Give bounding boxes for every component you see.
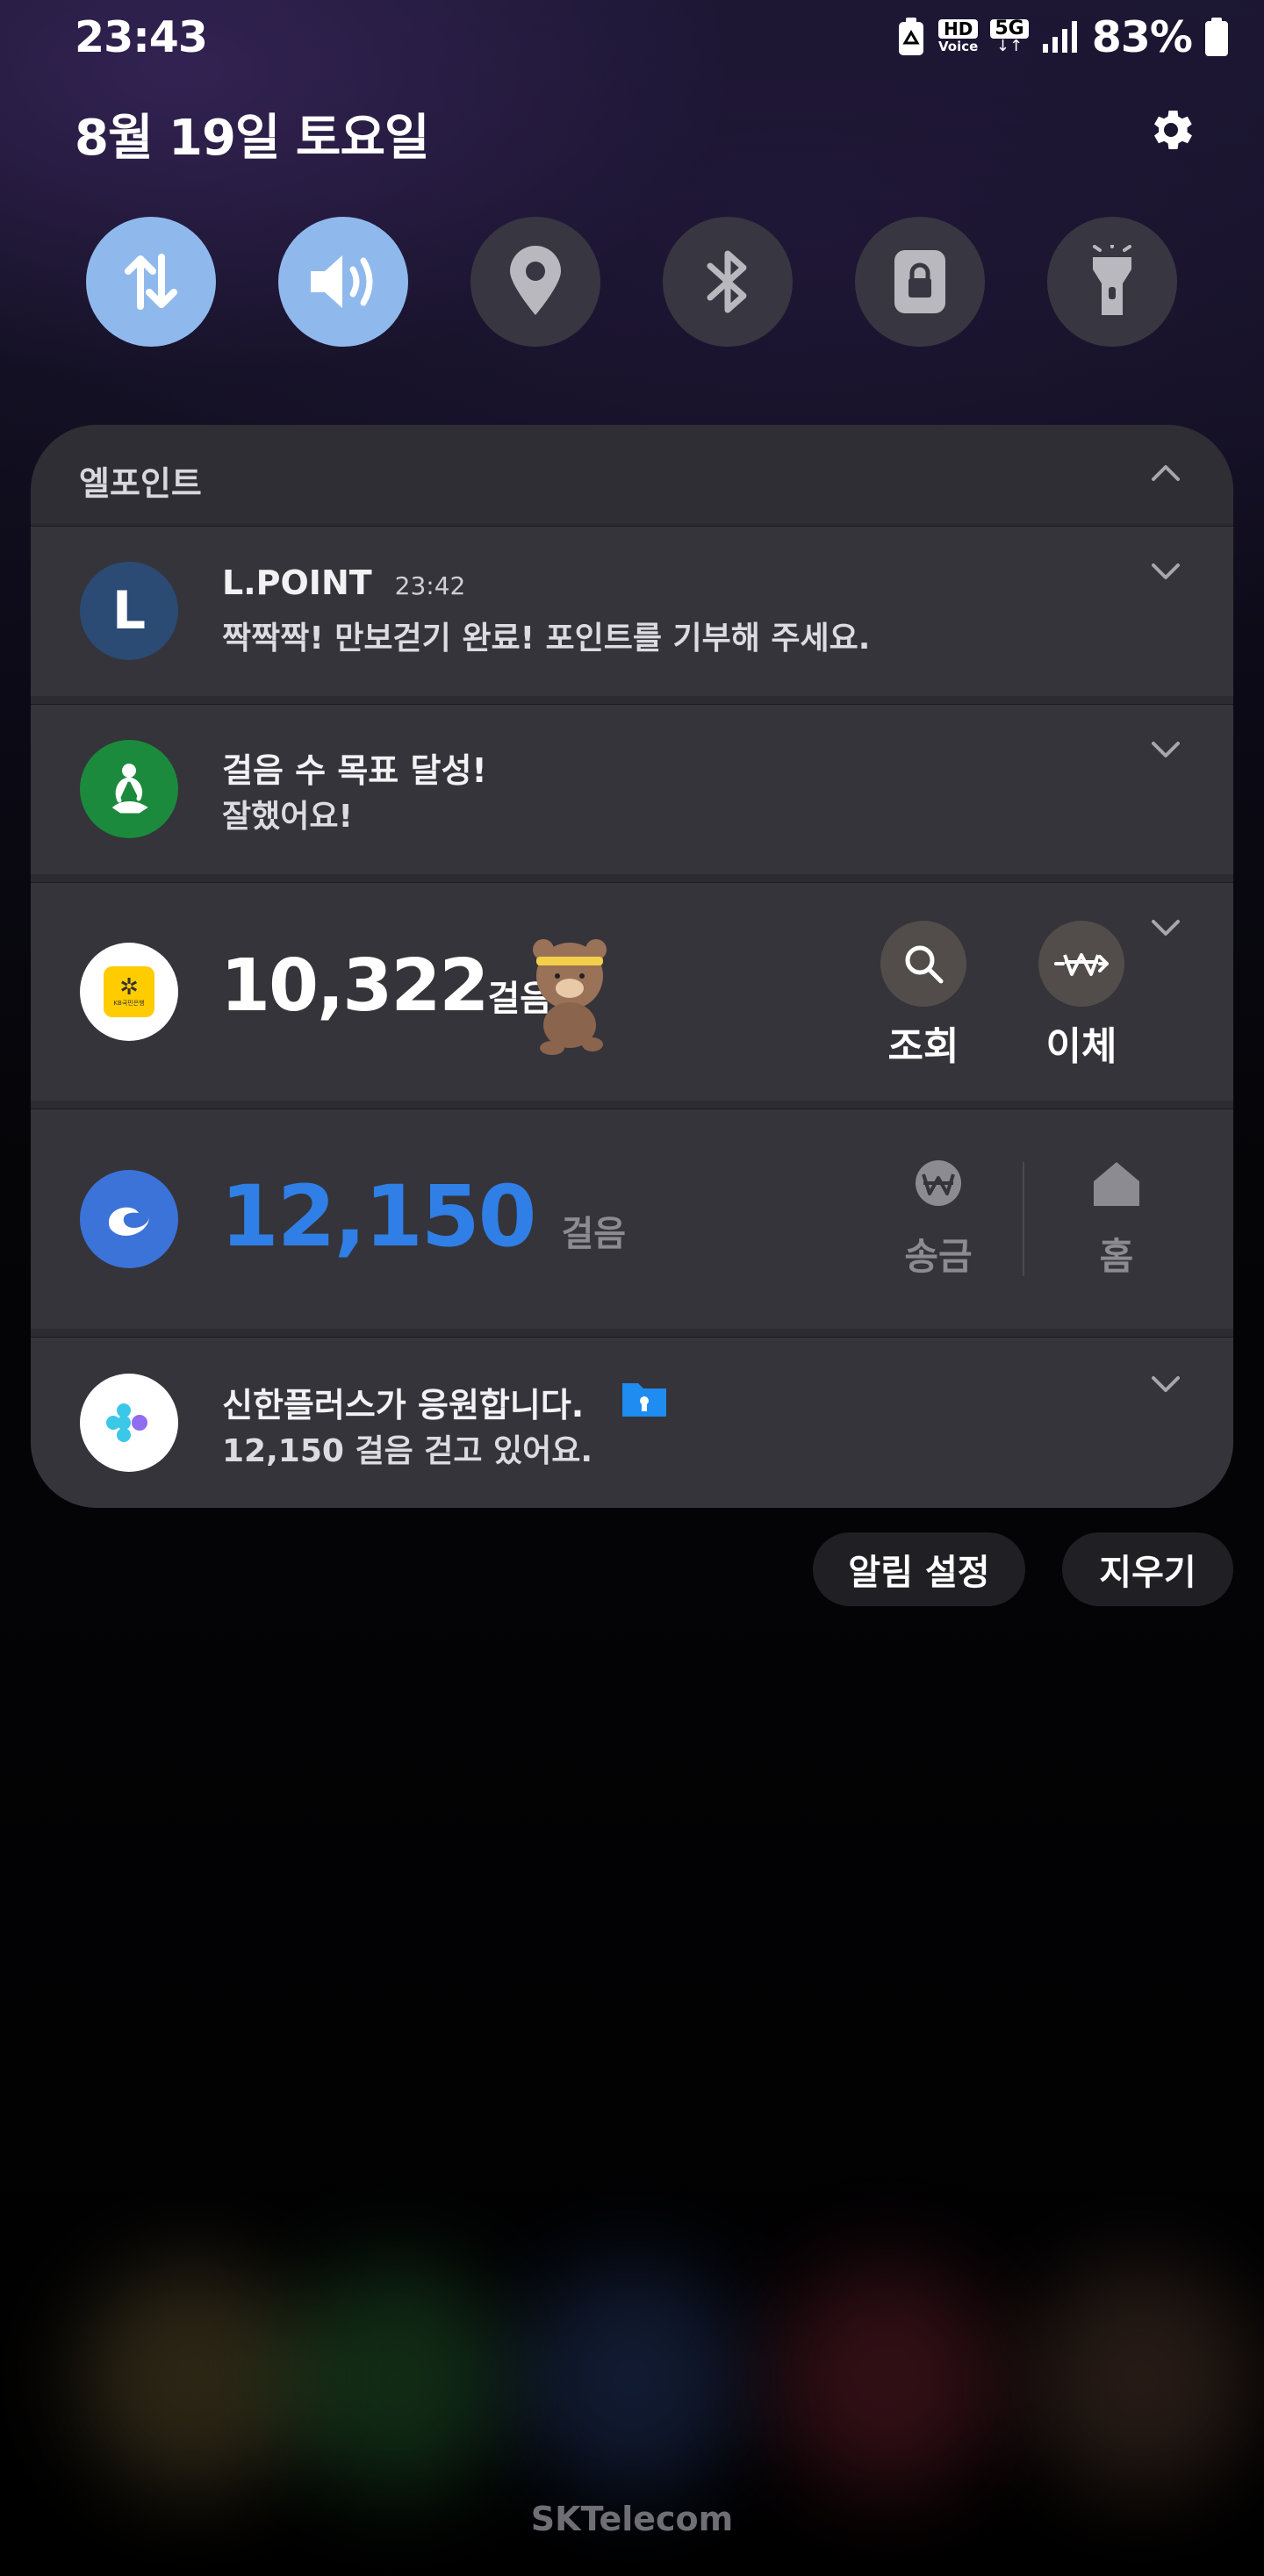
bluetooth-icon xyxy=(707,250,747,313)
status-icons: HD Voice 5G ↓↑ 83% xyxy=(896,9,1229,65)
search-button[interactable] xyxy=(880,921,966,1007)
home-label[interactable]: 홈 xyxy=(1055,1227,1178,1281)
group-title: 엘포인트 xyxy=(79,464,202,503)
kb-bank-logo: ✲ KB국민은행 xyxy=(80,943,178,1041)
bear-mascot-icon xyxy=(533,939,607,1055)
chevron-down-icon[interactable] xyxy=(1148,1366,1183,1401)
quick-toggle-flashlight[interactable] xyxy=(1047,217,1177,347)
notification-message: 12,150 걸음 걷고 있어요. xyxy=(222,1433,593,1469)
notification-card-shinhan-plus[interactable]: 신한플러스가 응원합니다. 12,150 걸음 걷고 있어요. xyxy=(31,1337,1233,1508)
network-label: 5G xyxy=(990,19,1029,39)
notification-card-lpoint[interactable]: L L.POINT 23:42 짝짝짝! 만보걷기 완료! 포인트를 기부해 주세… xyxy=(31,526,1233,696)
clear-button[interactable]: 지우기 xyxy=(1062,1532,1233,1606)
recycle-battery-icon xyxy=(898,18,923,55)
walking-app-icon xyxy=(80,740,178,838)
carrier-label: SKTelecom xyxy=(530,2500,734,2538)
dock-glow xyxy=(518,2264,746,2493)
chevron-down-icon[interactable] xyxy=(1148,731,1183,766)
notification-title: L.POINT 23:42 xyxy=(222,563,465,602)
notification-settings-button[interactable]: 알림 설정 xyxy=(813,1532,1025,1606)
dock-glow xyxy=(79,2264,307,2493)
date-title: 8월 19일 토요일 xyxy=(75,110,429,167)
quick-toggle-lock[interactable] xyxy=(855,217,985,347)
dock-glow xyxy=(772,2264,1001,2493)
person-meditate-icon xyxy=(111,764,148,814)
quick-toggle-bluetooth[interactable] xyxy=(663,217,793,347)
won-icon[interactable] xyxy=(909,1159,967,1208)
notification-title: 신한플러스가 응원합니다. xyxy=(222,1386,585,1424)
shinhan-plus-logo xyxy=(80,1374,178,1472)
notification-group-header[interactable]: 엘포인트 xyxy=(31,425,1233,523)
speaker-icon xyxy=(311,255,373,308)
hd-label: HD xyxy=(937,19,979,39)
kb-star-icon: ✲ xyxy=(119,974,139,1001)
app-name: L.POINT xyxy=(222,563,372,602)
arrows-updown-icon xyxy=(125,254,177,310)
signal-icon xyxy=(1042,21,1077,53)
voice-label: Voice xyxy=(938,39,979,54)
transfer-label[interactable]: 이체 xyxy=(1020,1015,1143,1071)
gear-icon[interactable] xyxy=(1145,104,1197,156)
notification-group: 엘포인트 L L.POINT 23:42 짝짝짝! 만보걷기 완료! 포인트를 기… xyxy=(31,425,1233,1508)
step-number: 10,322 xyxy=(220,944,489,1028)
notification-message: 짝짝짝! 만보걷기 완료! 포인트를 기부해 주세요. xyxy=(222,621,871,657)
chevron-down-icon[interactable] xyxy=(1148,553,1183,588)
quick-toggle-sound[interactable] xyxy=(278,217,408,347)
notification-card-shinhan-steps[interactable]: 12,150 걸음 송금 홈 xyxy=(31,1109,1233,1329)
quick-toggle-location[interactable] xyxy=(470,217,600,347)
action-divider xyxy=(1023,1162,1024,1276)
kb-logo-square: ✲ KB국민은행 xyxy=(104,966,154,1017)
home-icon[interactable] xyxy=(1090,1159,1143,1208)
chevron-down-icon[interactable] xyxy=(1148,909,1183,944)
flashlight-icon xyxy=(1093,245,1131,315)
notification-card-step-goal[interactable]: 걸음 수 목표 달성! 잘했어요! xyxy=(31,704,1233,874)
dock-glow xyxy=(281,2264,509,2493)
battery-percent: 83% xyxy=(1091,11,1193,62)
kb-logo-text: KB국민은행 xyxy=(113,1000,145,1007)
notification-card-kb-steps[interactable]: ✲ KB국민은행 10,322걸음 조회 이체 xyxy=(31,882,1233,1101)
status-time: 23:43 xyxy=(75,12,208,62)
5g-icon: 5G ↓↑ xyxy=(990,19,1029,55)
dock-glow xyxy=(1027,2264,1255,2493)
step-number: 12,150 xyxy=(220,1167,536,1266)
location-pin-icon xyxy=(510,246,561,315)
plus-dots-icon xyxy=(106,1403,147,1442)
quick-settings-row xyxy=(0,217,1264,348)
shinhan-step-count: 12,150 걸음 xyxy=(220,1167,626,1266)
search-label[interactable]: 조회 xyxy=(862,1015,985,1071)
won-transfer-icon xyxy=(1054,953,1109,976)
battery-icon xyxy=(1205,18,1228,56)
kb-step-count: 10,322걸음 xyxy=(220,944,552,1028)
shinhan-sol-logo xyxy=(80,1170,178,1268)
quick-toggle-mobile-data[interactable] xyxy=(86,217,216,347)
transfer-button[interactable] xyxy=(1038,921,1124,1007)
step-unit: 걸음 xyxy=(561,1214,627,1254)
chevron-up-icon[interactable] xyxy=(1148,456,1183,492)
shinhan-swirl-icon xyxy=(109,1207,149,1236)
updown-arrows-icon: ↓↑ xyxy=(995,37,1023,55)
lock-icon xyxy=(894,250,945,313)
search-icon xyxy=(905,945,944,984)
avatar-letter: L xyxy=(111,580,147,642)
lpoint-avatar: L xyxy=(80,562,178,660)
notification-title: 걸음 수 목표 달성! xyxy=(222,751,487,790)
hd-voice-icon: HD Voice xyxy=(937,19,979,54)
notification-message: 잘했어요! xyxy=(222,799,353,835)
folder-lock-icon xyxy=(622,1383,666,1417)
notification-time: 23:42 xyxy=(394,571,466,600)
send-money-label[interactable]: 송금 xyxy=(877,1227,1000,1281)
